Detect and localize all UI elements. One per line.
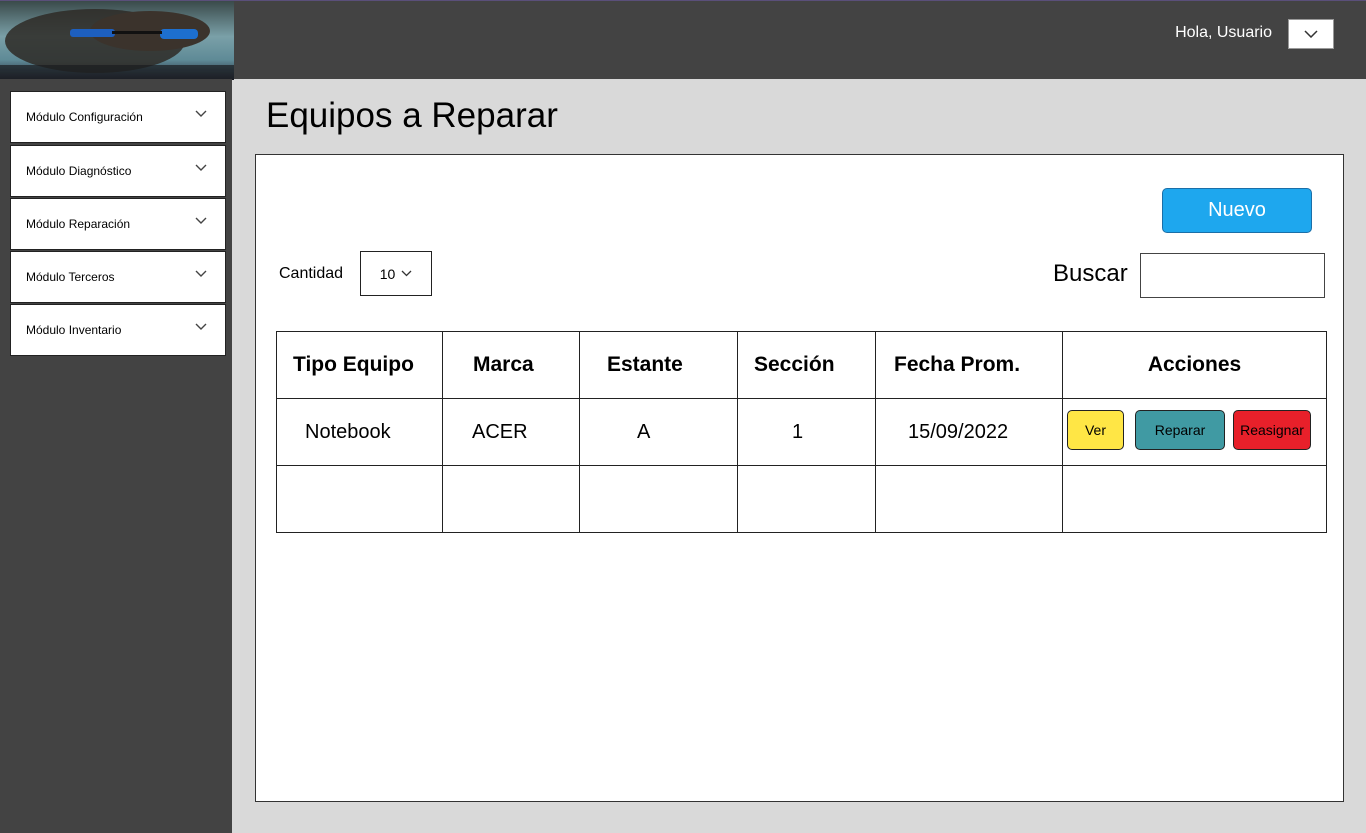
chevron-down-icon <box>401 270 412 277</box>
table-row: Notebook ACER A 1 15/09/2022 Ver Reparar… <box>276 398 1327 466</box>
sidebar: Módulo Configuración Módulo Diagnóstico … <box>0 79 232 833</box>
quantity-value: 10 <box>379 265 396 282</box>
search-input[interactable] <box>1140 253 1325 298</box>
column-header-fecha-prom: Fecha Prom. <box>875 331 1063 399</box>
chevron-down-icon <box>195 323 207 330</box>
page-title: Equipos a Reparar <box>266 96 558 135</box>
cell-tipo-equipo: Notebook <box>276 398 443 466</box>
sidebar-item-label: Módulo Diagnóstico <box>26 164 132 178</box>
repair-button[interactable]: Reparar <box>1135 410 1225 450</box>
sidebar-item-configuracion[interactable]: Módulo Configuración <box>10 91 226 143</box>
column-header-estante: Estante <box>579 331 738 399</box>
search-label: Buscar <box>1053 260 1128 287</box>
user-menu-dropdown[interactable] <box>1288 19 1334 49</box>
reassign-button[interactable]: Reasignar <box>1233 410 1311 450</box>
sidebar-item-label: Módulo Inventario <box>26 323 122 337</box>
sidebar-item-label: Módulo Terceros <box>26 270 115 284</box>
sidebar-item-inventario[interactable]: Módulo Inventario <box>10 304 226 356</box>
top-bar: Hola, Usuario <box>0 0 1366 80</box>
chevron-down-icon <box>195 270 207 277</box>
column-header-acciones: Acciones <box>1062 331 1327 399</box>
cell-acciones: Ver Reparar Reasignar <box>1062 398 1327 466</box>
quantity-select[interactable]: 10 <box>360 251 432 296</box>
column-header-marca: Marca <box>442 331 580 399</box>
cell-empty <box>579 465 738 533</box>
user-greeting: Hola, Usuario <box>1175 24 1272 41</box>
cell-seccion: 1 <box>737 398 876 466</box>
column-header-tipo-equipo: Tipo Equipo <box>276 331 443 399</box>
table-row <box>276 465 1327 533</box>
sidebar-item-diagnostico[interactable]: Módulo Diagnóstico <box>10 145 226 197</box>
cell-empty <box>276 465 443 533</box>
cell-estante: A <box>579 398 738 466</box>
view-button[interactable]: Ver <box>1067 410 1124 450</box>
logo-image <box>0 1 234 80</box>
sidebar-item-label: Módulo Reparación <box>26 217 131 231</box>
table-header-row: Tipo Equipo Marca Estante Sección Fecha … <box>276 331 1327 399</box>
cell-empty <box>442 465 580 533</box>
chevron-down-icon <box>1304 30 1318 38</box>
cell-fecha-prom: 15/09/2022 <box>875 398 1063 466</box>
quantity-label: Cantidad <box>279 265 344 282</box>
chevron-down-icon <box>195 110 207 117</box>
sidebar-item-label: Módulo Configuración <box>26 110 143 124</box>
cell-empty <box>737 465 876 533</box>
cell-empty <box>875 465 1063 533</box>
chevron-down-icon <box>195 164 207 171</box>
column-header-seccion: Sección <box>737 331 876 399</box>
sidebar-item-reparacion[interactable]: Módulo Reparación <box>10 198 226 250</box>
new-button[interactable]: Nuevo <box>1162 188 1312 233</box>
equipment-table: Tipo Equipo Marca Estante Sección Fecha … <box>276 331 1327 533</box>
cell-empty <box>1062 465 1327 533</box>
sidebar-item-terceros[interactable]: Módulo Terceros <box>10 251 226 303</box>
cell-marca: ACER <box>442 398 580 466</box>
chevron-down-icon <box>195 217 207 224</box>
